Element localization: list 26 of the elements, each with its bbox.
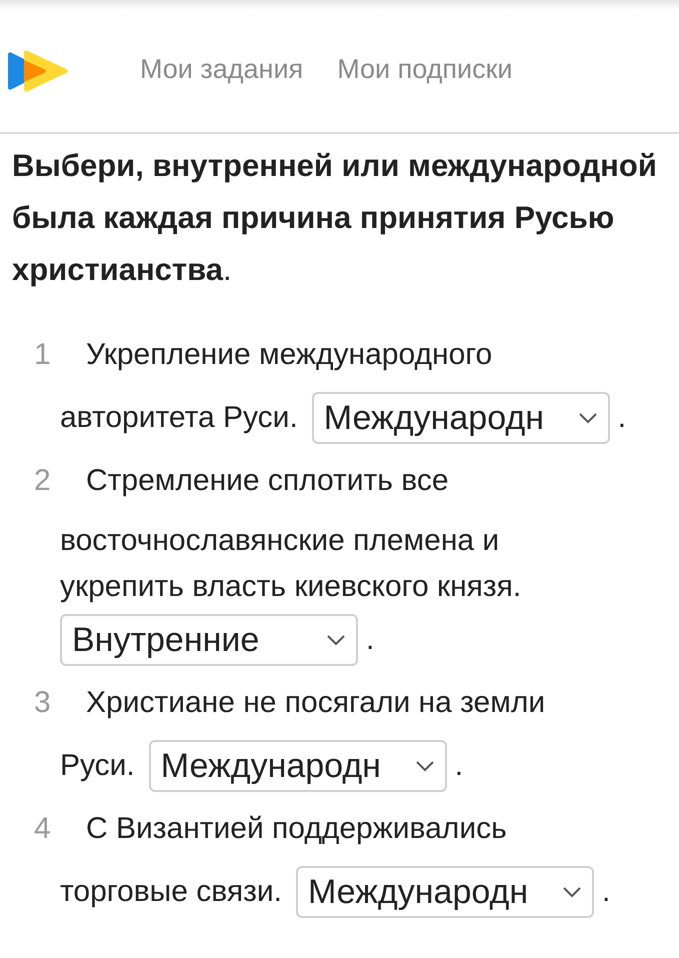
period-text: . — [454, 748, 464, 784]
chevron-icon — [578, 412, 598, 424]
item-number: 2 — [34, 463, 51, 499]
period-text: . — [602, 874, 610, 910]
item-number: 4 — [34, 811, 51, 847]
chevron-icon — [326, 634, 346, 646]
item-text: С Византией поддерживались — [86, 812, 507, 845]
period-text: . — [618, 400, 626, 436]
chevron-icon — [414, 760, 435, 772]
item-number: 1 — [34, 337, 51, 373]
item-text: Руси. — [60, 748, 135, 784]
item-text: авторитета Руси. — [60, 400, 298, 436]
item-text: восточнославянские племена и — [60, 524, 500, 557]
item-text: Укрепление международного — [86, 338, 492, 371]
answer-dropdown[interactable]: Внутренние — [60, 614, 358, 666]
chevron-icon — [562, 886, 582, 898]
item-text: Стремление сплотить все — [86, 464, 449, 497]
period-text: . — [366, 622, 374, 658]
answer-dropdown[interactable]: Международн — [148, 740, 447, 792]
item-text: Христиане не посягали на земли — [86, 686, 546, 719]
item-text: укрепить власть киевского князя. — [60, 569, 522, 605]
answer-dropdown[interactable]: Международн — [296, 866, 594, 918]
item-number: 3 — [34, 685, 51, 721]
answer-dropdown[interactable]: Международн — [312, 392, 610, 444]
question-text: Выбери, внутренней или международной была каждая причина принятия Русью христианства. — [12, 147, 658, 289]
item-text: торговые связи. — [60, 874, 282, 910]
